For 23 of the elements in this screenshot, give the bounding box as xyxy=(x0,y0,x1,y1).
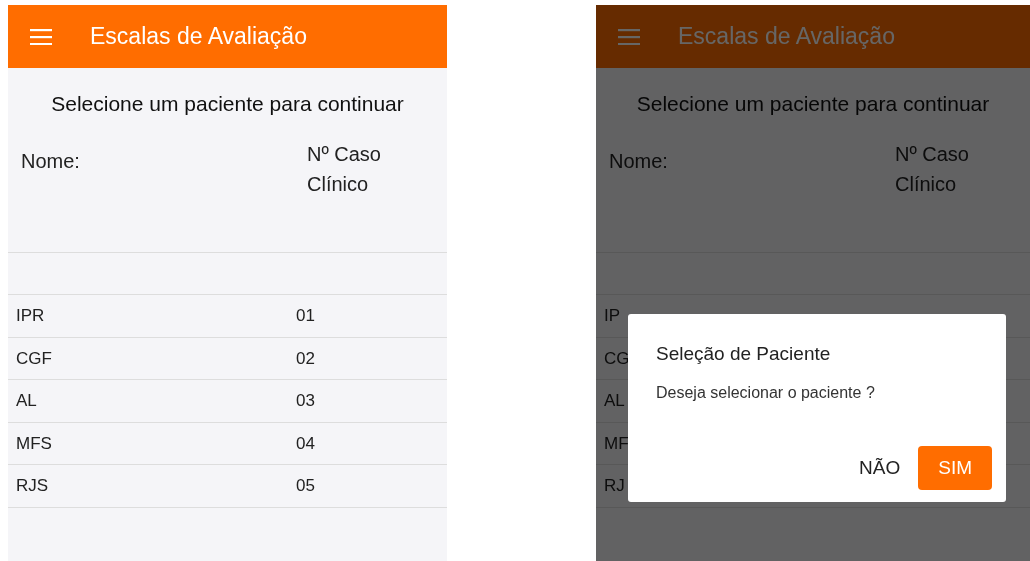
case-number[interactable]: 05 xyxy=(296,473,315,499)
case-number[interactable]: 01 xyxy=(296,303,315,329)
app-title: Escalas de Avaliação xyxy=(678,22,895,52)
patient-name[interactable]: MFS xyxy=(16,433,52,453)
dialog-title: Seleção de Paciente xyxy=(656,342,832,366)
patient-name[interactable]: RJS xyxy=(16,476,49,495)
column-header: Nº Caso Clínico xyxy=(895,143,969,195)
column-header: Nome: xyxy=(21,150,80,172)
dialog-message: Deseja selecionar o paciente ? xyxy=(656,382,876,403)
menu-icon[interactable] xyxy=(30,28,52,45)
case-number[interactable]: 03 xyxy=(296,388,315,414)
patient-name[interactable]: IPR xyxy=(16,306,45,325)
prompt-text: Selecione um paciente para continuar xyxy=(51,92,404,115)
app-title: Escalas de Avaliação xyxy=(90,22,307,52)
column-header: Nº Caso Clínico xyxy=(307,143,381,195)
patient-name[interactable]: AL xyxy=(16,391,37,410)
menu-icon[interactable] xyxy=(618,28,640,45)
case-number[interactable]: 04 xyxy=(296,430,315,456)
cancel-button[interactable]: NÃO xyxy=(859,447,901,488)
case-number[interactable]: 02 xyxy=(296,345,315,371)
column-header: Nome: xyxy=(609,150,668,172)
patient-name[interactable]: CGF xyxy=(16,348,52,368)
prompt-text: Selecione um paciente para continuar xyxy=(636,92,990,115)
